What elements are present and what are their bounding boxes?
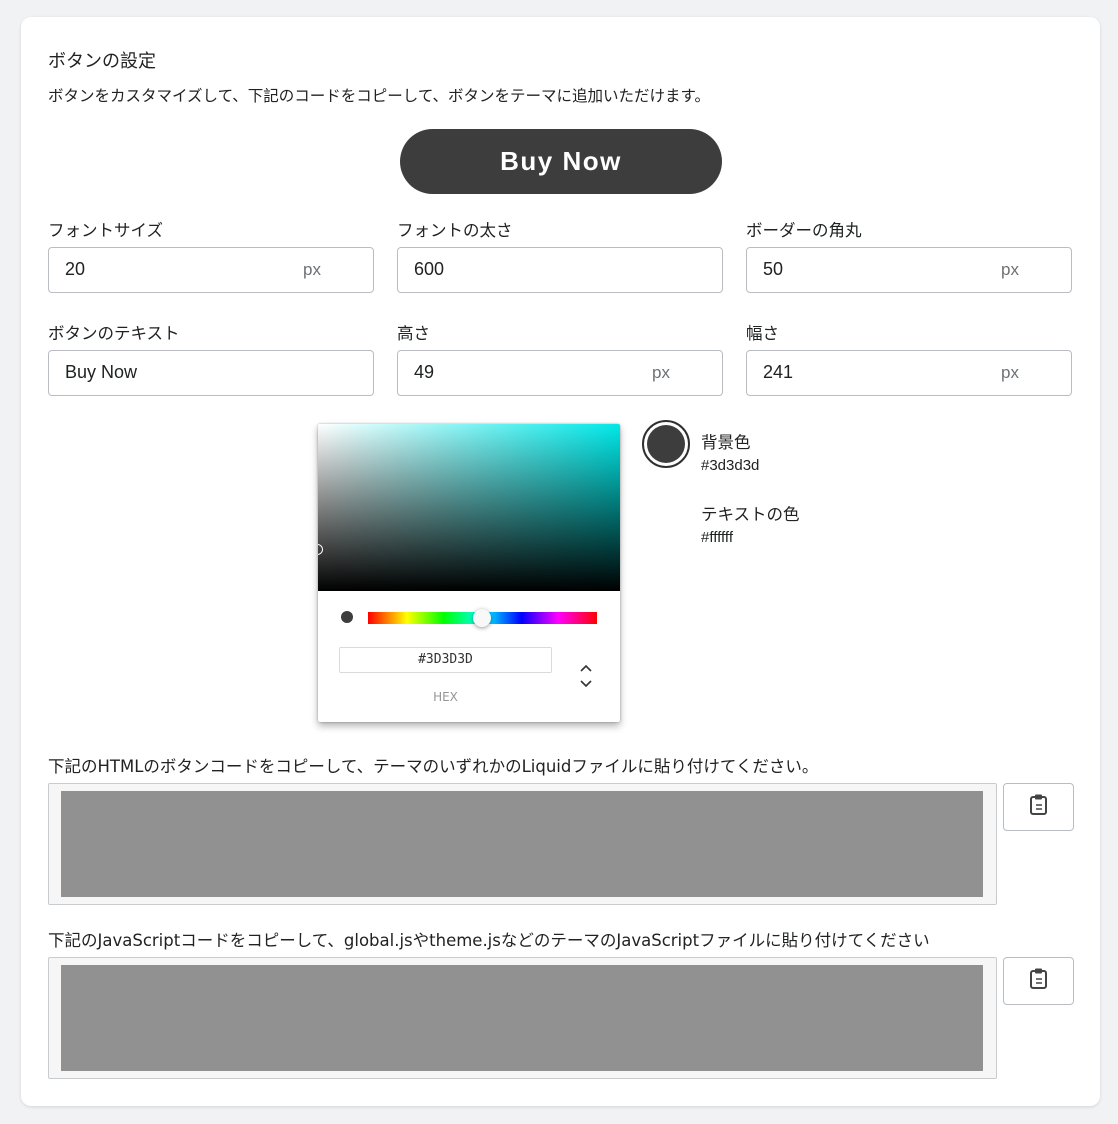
font-size-value: 20 bbox=[65, 259, 86, 279]
width-input[interactable]: 241 px bbox=[746, 350, 1072, 396]
preview-button[interactable]: Buy Now bbox=[400, 129, 722, 194]
hue-slider-thumb[interactable] bbox=[473, 609, 491, 627]
border-radius-input[interactable]: 50 px bbox=[746, 247, 1072, 293]
width-label: 幅さ bbox=[746, 324, 779, 343]
font-weight-input[interactable]: 600 bbox=[397, 247, 723, 293]
height-input[interactable]: 49 px bbox=[397, 350, 723, 396]
font-weight-label: フォントの太さ bbox=[397, 221, 513, 240]
background-color-fill bbox=[647, 425, 685, 463]
html-code-description: 下記のHTMLのボタンコードをコピーして、テーマのいずれかのLiquidファイル… bbox=[48, 757, 819, 776]
button-settings-card: ボタンの設定 ボタンをカスタマイズして、下記のコードをコピーして、ボタンをテーマ… bbox=[21, 17, 1100, 1106]
text-color-label: テキストの色 bbox=[701, 505, 800, 524]
font-size-input[interactable]: 20 px bbox=[48, 247, 374, 293]
hex-mode-label: HEX bbox=[433, 690, 458, 704]
button-text-value: Buy Now bbox=[65, 362, 138, 382]
button-text-input[interactable]: Buy Now bbox=[48, 350, 374, 396]
border-radius-unit: px bbox=[1001, 260, 1019, 279]
border-radius-label: ボーダーの角丸 bbox=[746, 221, 862, 240]
section-title: ボタンの設定 bbox=[48, 51, 156, 72]
color-preview-dot bbox=[341, 611, 353, 623]
height-label: 高さ bbox=[397, 324, 430, 343]
section-description: ボタンをカスタマイズして、下記のコードをコピーして、ボタンをテーマに追加いただけ… bbox=[48, 87, 711, 105]
clipboard-icon bbox=[1028, 793, 1050, 821]
text-color-value: #ffffff bbox=[701, 529, 733, 546]
font-size-label: フォントサイズ bbox=[48, 221, 164, 240]
js-code-box[interactable] bbox=[48, 957, 997, 1079]
background-color-swatch[interactable] bbox=[642, 420, 690, 468]
clipboard-icon bbox=[1028, 967, 1050, 995]
html-code-box[interactable] bbox=[48, 783, 997, 905]
background-color-label: 背景色 bbox=[701, 433, 751, 452]
js-code-content bbox=[61, 965, 983, 1071]
copy-html-button[interactable] bbox=[1003, 783, 1074, 831]
font-size-unit: px bbox=[303, 260, 321, 279]
button-text-label: ボタンのテキスト bbox=[48, 324, 180, 343]
color-picker: #3D3D3D HEX bbox=[318, 424, 620, 722]
height-value: 49 bbox=[414, 362, 435, 382]
border-radius-value: 50 bbox=[763, 259, 784, 279]
hex-input[interactable]: #3D3D3D bbox=[339, 647, 552, 673]
width-value: 241 bbox=[763, 362, 794, 382]
font-weight-value: 600 bbox=[414, 259, 445, 279]
saturation-area[interactable] bbox=[318, 424, 620, 591]
width-unit: px bbox=[1001, 363, 1019, 382]
html-code-content bbox=[61, 791, 983, 897]
chevron-up-down-icon[interactable] bbox=[576, 662, 596, 692]
copy-js-button[interactable] bbox=[1003, 957, 1074, 1005]
height-unit: px bbox=[652, 363, 670, 382]
js-code-description: 下記のJavaScriptコードをコピーして、global.jsやtheme.j… bbox=[48, 931, 930, 950]
background-color-value: #3d3d3d bbox=[701, 457, 760, 474]
